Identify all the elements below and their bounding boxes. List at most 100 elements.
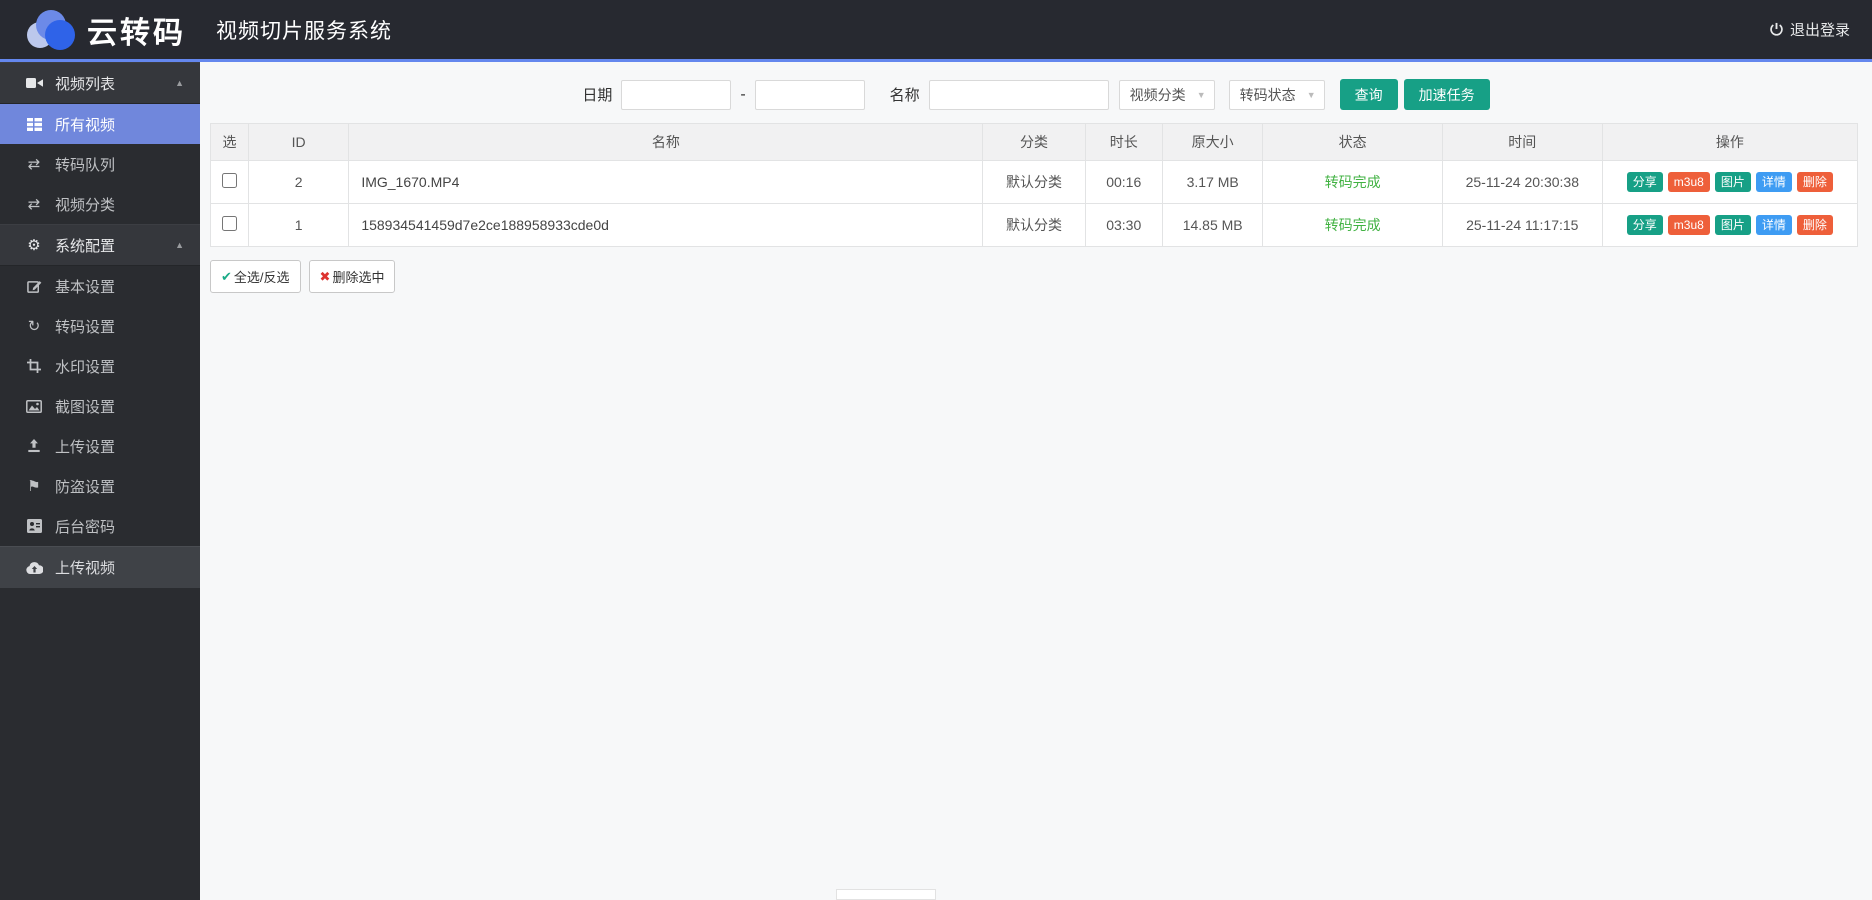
sidebar-group-system-config[interactable]: ⚙ 系统配置 ▲ — [0, 224, 200, 266]
gear-icon: ⚙ — [27, 237, 41, 254]
cloud-logo-icon — [27, 9, 75, 50]
header-id: ID — [247, 123, 350, 161]
edit-icon — [24, 279, 44, 294]
sidebar-item-watermark-settings[interactable]: 水印设置 — [0, 346, 200, 386]
logo-text: 云转码 — [87, 16, 186, 50]
logout-button[interactable]: 退出登录 — [1769, 0, 1850, 59]
header-name: 名称 — [348, 123, 984, 161]
sidebar-item-upload-settings[interactable]: 上传设置 — [0, 426, 200, 466]
cell-size: 14.85 MB — [1161, 203, 1264, 247]
cell-duration: 00:16 — [1084, 160, 1163, 204]
exchange-icon: ⇄ — [27, 196, 41, 213]
delete-button[interactable]: 删除 — [1796, 214, 1833, 236]
name-label: 名称 — [889, 87, 920, 104]
cell-duration: 03:30 — [1084, 203, 1163, 247]
share-button[interactable]: 分享 — [1626, 171, 1663, 193]
date-label: 日期 — [582, 87, 613, 104]
cell-status: 转码完成 — [1262, 203, 1443, 247]
sidebar-item-label: 后台密码 — [55, 518, 116, 536]
delete-selected-button[interactable]: ✖ 删除选中 — [308, 260, 396, 293]
id-card-icon — [24, 519, 44, 533]
query-button[interactable]: 查询 — [1339, 79, 1398, 110]
sidebar-item-label: 视频列表 — [55, 75, 116, 93]
sidebar-group-video-list[interactable]: 视频列表 ▲ — [0, 62, 200, 104]
header-category: 分类 — [982, 123, 1086, 161]
date-range-separator: - — [740, 85, 746, 103]
refresh-icon: ↻ — [27, 318, 41, 335]
sidebar-item-label: 上传设置 — [55, 438, 116, 456]
sidebar-item-label: 上传视频 — [55, 560, 116, 577]
check-icon: ✔ — [221, 268, 232, 284]
row-checkbox[interactable] — [221, 216, 237, 231]
date-end-input[interactable] — [754, 79, 865, 110]
select-all-button[interactable]: ✔ 全选/反选 — [210, 260, 301, 293]
sidebar-item-label: 防盗设置 — [55, 478, 116, 496]
delete-selected-label: 删除选中 — [332, 270, 385, 285]
accelerate-task-button[interactable]: 加速任务 — [1403, 79, 1490, 110]
header-select: 选 — [210, 123, 249, 161]
sidebar-item-antitheft-settings[interactable]: ⚑ 防盗设置 — [0, 466, 200, 506]
row-checkbox[interactable] — [221, 173, 237, 188]
cloud-upload-icon — [24, 561, 44, 574]
share-button[interactable]: 分享 — [1626, 214, 1663, 236]
system-title: 视频切片服务系统 — [216, 19, 392, 43]
delete-button[interactable]: 删除 — [1796, 171, 1833, 193]
cell-time: 25-11-24 20:30:38 — [1441, 160, 1603, 204]
bulk-actions: ✔ 全选/反选 ✖ 删除选中 — [210, 260, 1872, 293]
caret-down-icon: ▼ — [1306, 89, 1316, 100]
detail-button[interactable]: 详情 — [1755, 171, 1792, 193]
row-actions: 分享 m3u8 图片 详情 删除 — [1603, 214, 1857, 236]
sidebar-item-all-videos[interactable]: 所有视频 — [0, 104, 200, 144]
content-area: 日期 - 名称 视频分类 ▼ 转码状态 ▼ 查询 加速任务 选 ID 名称 分类… — [200, 62, 1872, 900]
cell-id: 2 — [247, 160, 350, 204]
category-select[interactable]: 视频分类 ▼ — [1118, 79, 1215, 110]
sidebar-item-basic-settings[interactable]: 基本设置 — [0, 266, 200, 306]
cell-category: 默认分类 — [982, 203, 1086, 247]
caret-down-icon: ▼ — [1196, 89, 1206, 100]
name-search-input[interactable] — [928, 79, 1109, 110]
status-select-value: 转码状态 — [1239, 86, 1296, 103]
table-row: 2 IMG_1670.MP4 默认分类 00:16 3.17 MB 转码完成 2… — [210, 160, 1859, 204]
video-camera-icon — [24, 76, 44, 90]
logout-label: 退出登录 — [1789, 22, 1850, 39]
cell-id: 1 — [247, 203, 350, 247]
top-navbar: 云转码 视频切片服务系统 退出登录 — [0, 0, 1872, 62]
flag-icon: ⚑ — [27, 478, 41, 495]
cell-name: IMG_1670.MP4 — [348, 160, 984, 204]
sidebar-item-admin-password[interactable]: 后台密码 — [0, 506, 200, 546]
list-icon — [24, 117, 44, 131]
date-start-input[interactable] — [621, 79, 732, 110]
sidebar-item-label: 系统配置 — [55, 237, 116, 255]
sidebar-item-transcode-settings[interactable]: ↻ 转码设置 — [0, 306, 200, 346]
sidebar: 视频列表 ▲ 所有视频 ⇄ 转码队列 ⇄ 视频分类 ⚙ 系统配置 ▲ 基本设置 — [0, 62, 200, 900]
video-table: 选 ID 名称 分类 时长 原大小 状态 时间 操作 2 IMG_1670.MP… — [210, 123, 1859, 247]
detail-button[interactable]: 详情 — [1755, 214, 1792, 236]
app-logo: 云转码 — [27, 8, 186, 52]
header-size: 原大小 — [1161, 123, 1264, 161]
m3u8-button[interactable]: m3u8 — [1667, 171, 1710, 193]
select-all-label: 全选/反选 — [233, 270, 290, 285]
sidebar-item-label: 水印设置 — [55, 358, 116, 376]
row-actions: 分享 m3u8 图片 详情 删除 — [1603, 171, 1857, 193]
sidebar-item-label: 转码设置 — [55, 318, 116, 336]
sidebar-item-label: 转码队列 — [55, 156, 116, 174]
sidebar-item-label: 所有视频 — [55, 116, 116, 134]
cell-time: 25-11-24 11:17:15 — [1441, 203, 1603, 247]
header-duration: 时长 — [1084, 123, 1163, 161]
power-icon — [1769, 22, 1784, 37]
cell-name: 158934541459d7e2ce188958933cde0d — [348, 203, 984, 247]
sidebar-item-screenshot-settings[interactable]: 截图设置 — [0, 386, 200, 426]
image-button[interactable]: 图片 — [1714, 171, 1751, 193]
partial-element — [836, 889, 936, 900]
sidebar-item-upload-video[interactable]: 上传视频 — [0, 546, 200, 588]
sidebar-item-label: 视频分类 — [55, 196, 116, 214]
status-select[interactable]: 转码状态 ▼ — [1228, 79, 1325, 110]
cell-size: 3.17 MB — [1161, 160, 1264, 204]
filter-bar: 日期 - 名称 视频分类 ▼ 转码状态 ▼ 查询 加速任务 — [200, 62, 1872, 110]
category-select-value: 视频分类 — [1129, 86, 1186, 103]
image-icon — [24, 399, 44, 413]
m3u8-button[interactable]: m3u8 — [1667, 214, 1710, 236]
sidebar-item-video-categories[interactable]: ⇄ 视频分类 — [0, 184, 200, 224]
sidebar-item-transcode-queue[interactable]: ⇄ 转码队列 — [0, 144, 200, 184]
image-button[interactable]: 图片 — [1714, 214, 1751, 236]
